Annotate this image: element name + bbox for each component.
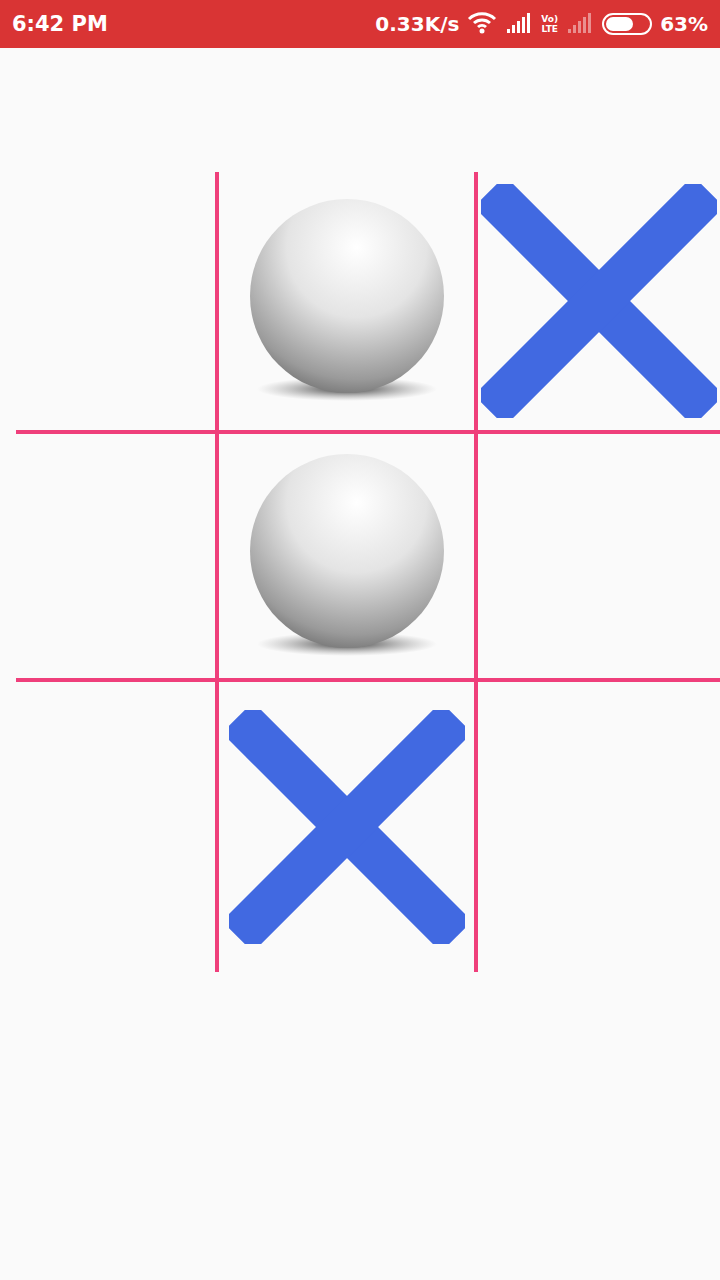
network-speed: 0.33K/s: [375, 12, 459, 36]
cross-icon: [481, 184, 717, 418]
wifi-icon: [467, 10, 497, 39]
board-cell[interactable]: [474, 172, 720, 434]
battery-icon: [602, 13, 652, 35]
battery-fill: [606, 17, 632, 31]
signal-2-icon: [566, 11, 594, 38]
board-cell[interactable]: [474, 434, 720, 682]
status-bar: 6:42 PM 0.33K/s Vo)LTE 63%: [0, 0, 720, 48]
volte-indicator: Vo)LTE: [541, 14, 558, 34]
ball-icon: [247, 454, 447, 659]
board-cell[interactable]: [16, 682, 219, 972]
game-board: [16, 172, 720, 972]
board-cell[interactable]: [219, 434, 474, 682]
battery-percent: 63%: [660, 12, 708, 36]
board-cell[interactable]: [16, 172, 219, 434]
board-cell[interactable]: [474, 682, 720, 972]
board-cell[interactable]: [16, 434, 219, 682]
clock: 6:42 PM: [12, 12, 108, 36]
board-cell[interactable]: [219, 682, 474, 972]
signal-icon: [505, 11, 533, 38]
ball-icon: [247, 199, 447, 404]
board-cell[interactable]: [219, 172, 474, 434]
cross-icon: [229, 710, 465, 944]
